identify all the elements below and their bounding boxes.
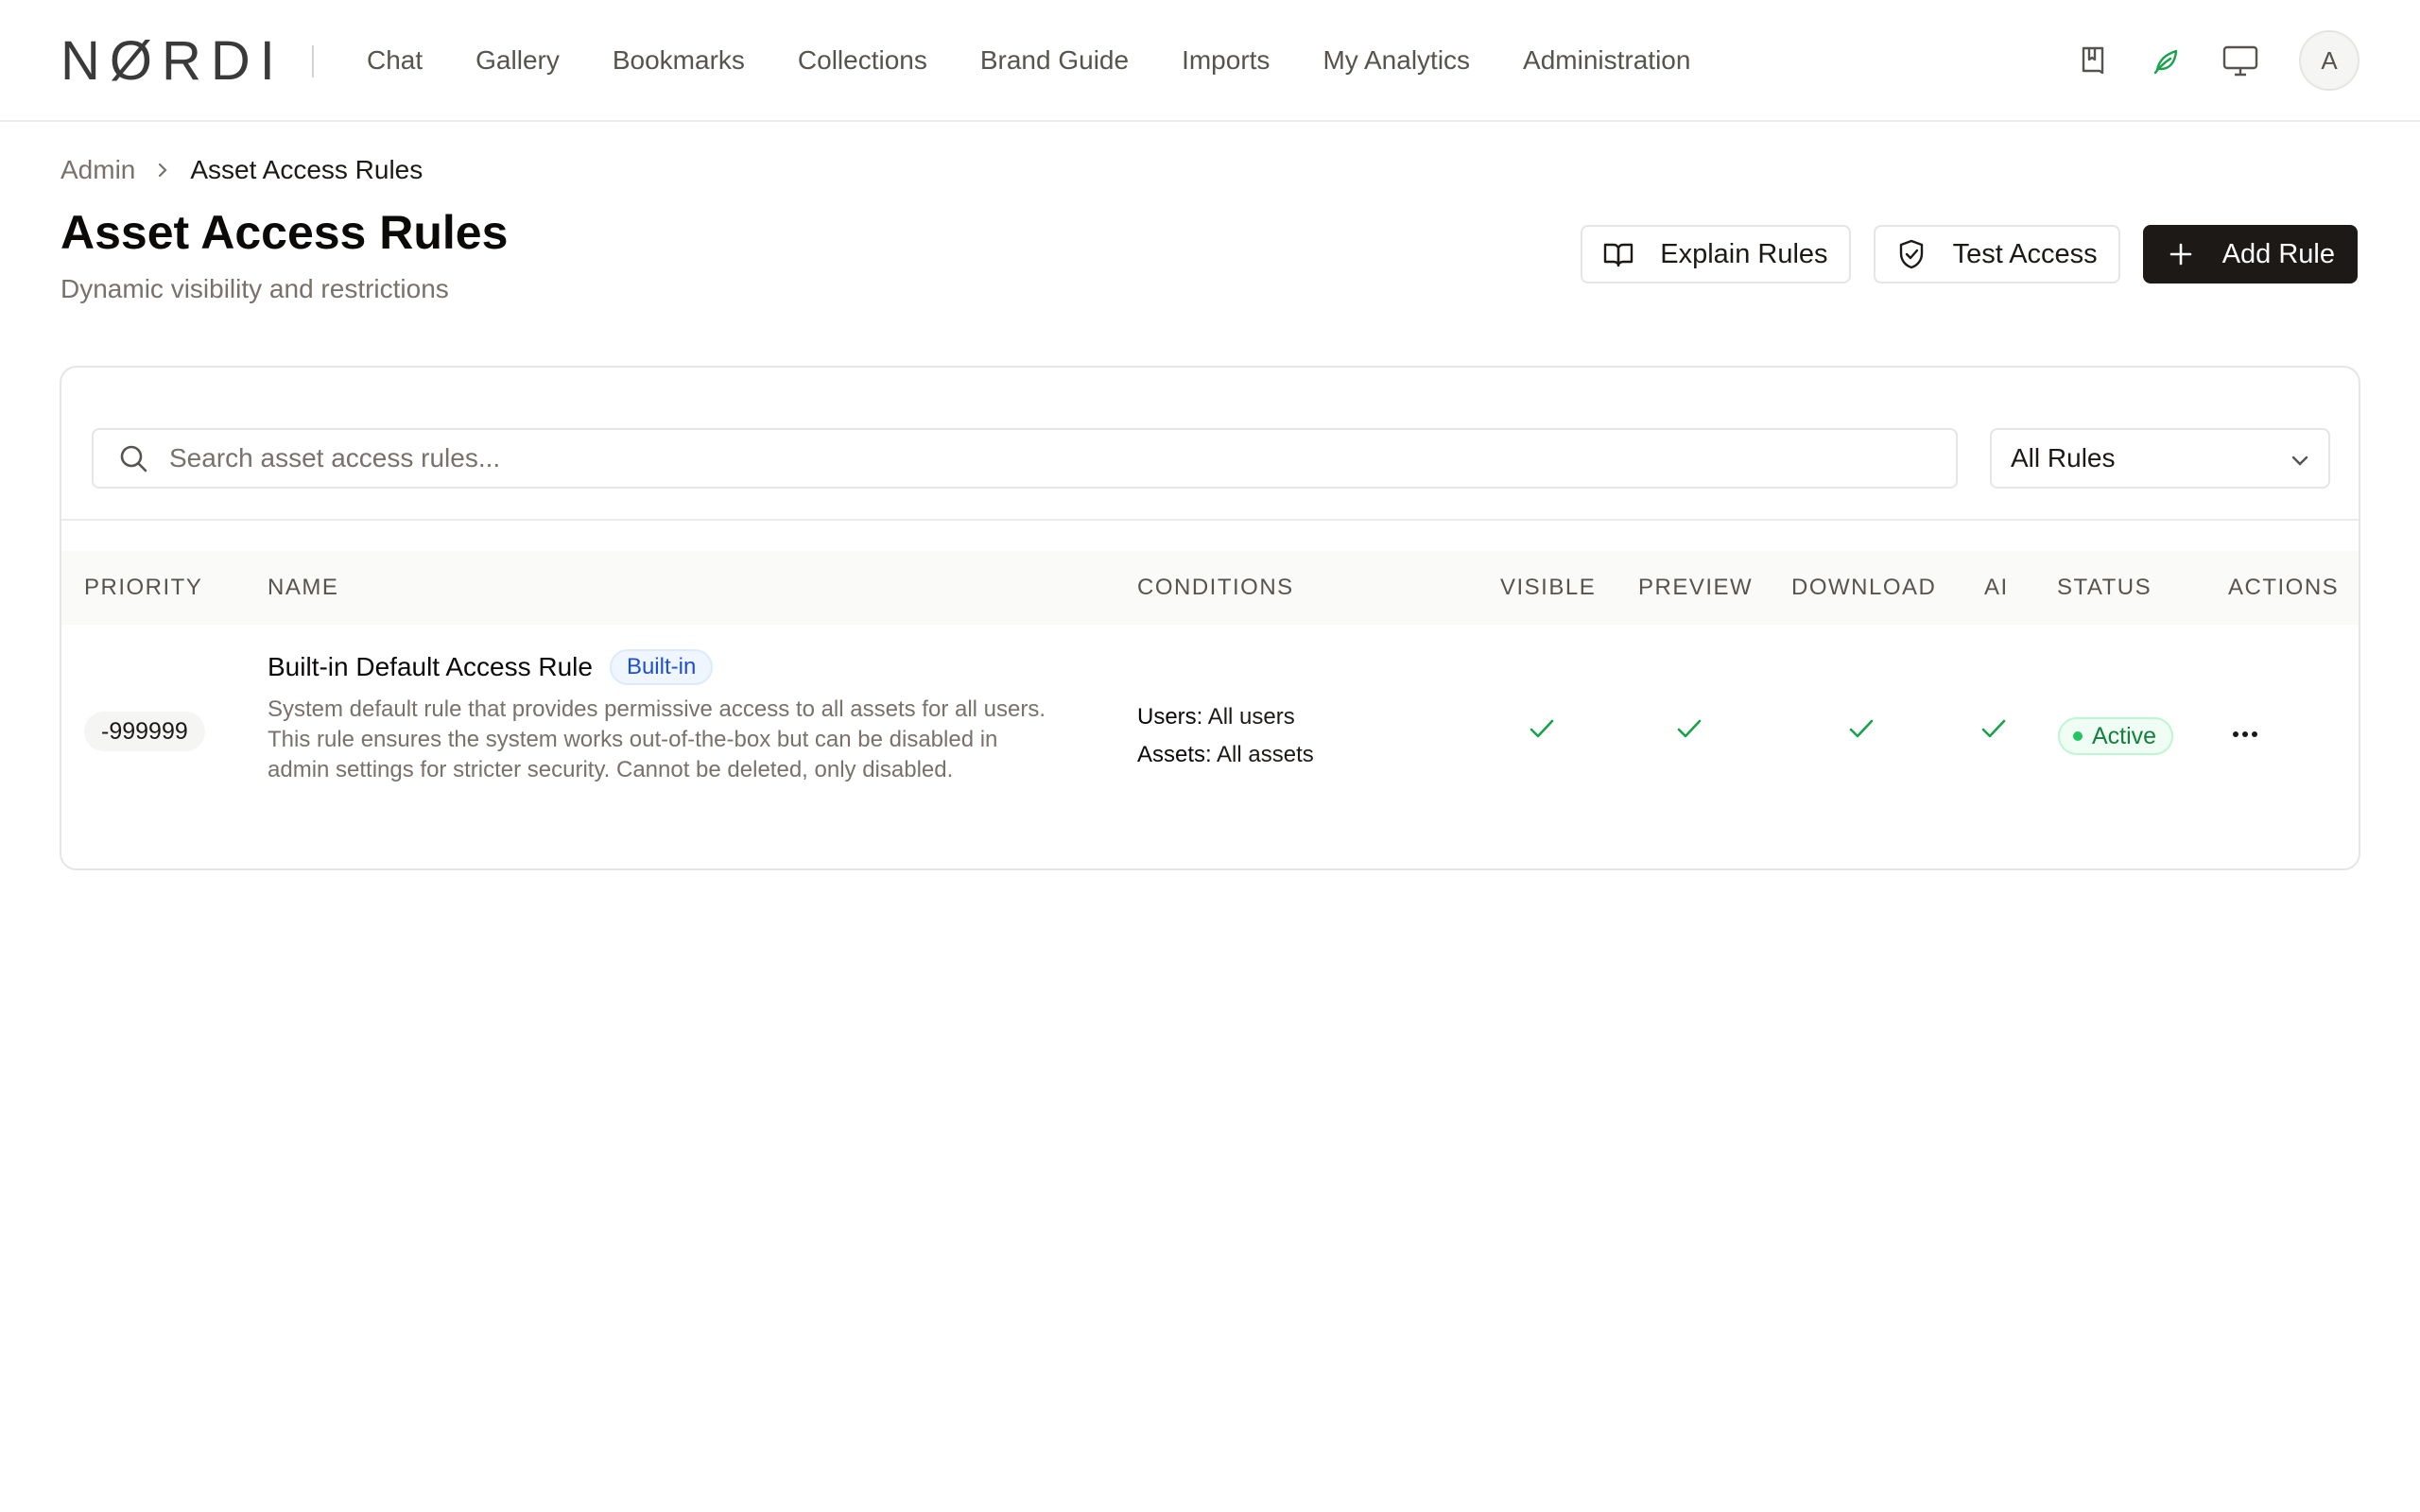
- condition-assets-value: All assets: [1217, 742, 1314, 767]
- nav-item-gallery[interactable]: Gallery: [475, 42, 560, 79]
- plus-icon: [2164, 237, 2198, 271]
- rule-description: System default rule that provides permis…: [268, 696, 1046, 782]
- header-actions: A: [2040, 30, 2360, 91]
- nav-item-chat[interactable]: Chat: [367, 42, 423, 79]
- table-header: PRIORITY NAME CONDITIONS VISIBLE PREVIEW…: [61, 551, 2359, 625]
- rules-card: All Rules PRIORITY NAME CONDITIONS VISIB…: [60, 366, 2360, 870]
- col-status: STATUS: [2057, 575, 2152, 600]
- preview-check-icon: [1677, 719, 1702, 738]
- main-nav: Chat Gallery Bookmarks Collections Brand…: [367, 42, 1743, 79]
- rule-filter-value: All Rules: [2011, 443, 2116, 472]
- condition-assets: Assets: All assets: [1137, 740, 1314, 770]
- leaf-icon[interactable]: [2146, 40, 2187, 81]
- col-preview: PREVIEW: [1638, 575, 1754, 600]
- col-ai: AI: [1984, 575, 2009, 600]
- bookmark-icon[interactable]: [2072, 40, 2114, 81]
- nav-item-brand-guide[interactable]: Brand Guide: [980, 42, 1129, 79]
- chevron-down-icon: [2290, 443, 2309, 473]
- built-in-badge: Built-in: [609, 649, 714, 685]
- visible-check-icon: [1530, 719, 1554, 738]
- page-subtitle: Dynamic visibility and restrictions: [60, 274, 449, 303]
- status-label: Active: [2092, 723, 2157, 749]
- rule-filter-select[interactable]: All Rules: [1990, 428, 2330, 489]
- status-dot: [2073, 731, 2083, 741]
- more-actions-icon[interactable]: [2226, 715, 2264, 753]
- breadcrumb: Admin Asset Access Rules: [60, 153, 423, 187]
- status-badge: Active: [2058, 717, 2174, 755]
- test-access-button[interactable]: Test Access: [1873, 225, 2120, 284]
- table-row[interactable]: -999999 Built-in Default Access Rule Bui…: [61, 625, 2359, 868]
- top-navigation-bar: NØRDI Chat Gallery Bookmarks Collections…: [0, 0, 2420, 122]
- ai-check-icon: [1981, 719, 2006, 738]
- page-title: Asset Access Rules: [60, 206, 509, 259]
- nav-item-my-analytics[interactable]: My Analytics: [1322, 42, 1470, 79]
- col-conditions: CONDITIONS: [1137, 575, 1294, 600]
- add-rule-label: Add Rule: [2221, 238, 2335, 269]
- nav-item-collections[interactable]: Collections: [798, 42, 927, 79]
- rule-name: Built-in Default Access Rule Built-in: [268, 649, 714, 685]
- nav-item-imports[interactable]: Imports: [1182, 42, 1270, 79]
- breadcrumb-admin[interactable]: Admin: [60, 153, 135, 187]
- nav-item-administration[interactable]: Administration: [1523, 42, 1690, 79]
- search-icon: [114, 439, 152, 477]
- explain-rules-button[interactable]: Explain Rules: [1581, 225, 1851, 284]
- col-download: DOWNLOAD: [1791, 575, 1937, 600]
- nav-item-bookmarks[interactable]: Bookmarks: [613, 42, 745, 79]
- shield-check-icon: [1894, 237, 1928, 271]
- brand-logo[interactable]: NØRDI: [60, 34, 285, 89]
- col-actions: ACTIONS: [2228, 575, 2340, 600]
- search-box: [92, 428, 1958, 489]
- rule-name-text[interactable]: Built-in Default Access Rule: [268, 651, 593, 683]
- condition-assets-label: Assets:: [1137, 742, 1212, 767]
- condition-users: Users: All users: [1137, 702, 1295, 732]
- condition-users-value: All users: [1207, 704, 1295, 730]
- page-actions: Explain Rules Test Access Add Rule: [1581, 225, 2358, 284]
- card-divider: [61, 519, 2359, 521]
- chevron-right-icon: [156, 161, 169, 180]
- download-check-icon: [1849, 719, 1874, 738]
- col-visible: VISIBLE: [1500, 575, 1597, 600]
- user-avatar[interactable]: A: [2299, 30, 2360, 91]
- priority-badge: -999999: [84, 712, 205, 751]
- breadcrumb-current: Asset Access Rules: [190, 155, 424, 184]
- test-access-label: Test Access: [1952, 238, 2098, 269]
- col-name: NAME: [268, 575, 339, 600]
- condition-users-label: Users:: [1137, 704, 1203, 730]
- book-open-icon: [1601, 237, 1635, 271]
- col-priority: PRIORITY: [84, 575, 203, 600]
- search-input[interactable]: [169, 443, 1871, 473]
- monitor-icon[interactable]: [2220, 40, 2261, 81]
- explain-rules-label: Explain Rules: [1660, 238, 1828, 269]
- logo-divider: [312, 45, 314, 77]
- add-rule-button[interactable]: Add Rule: [2142, 225, 2358, 284]
